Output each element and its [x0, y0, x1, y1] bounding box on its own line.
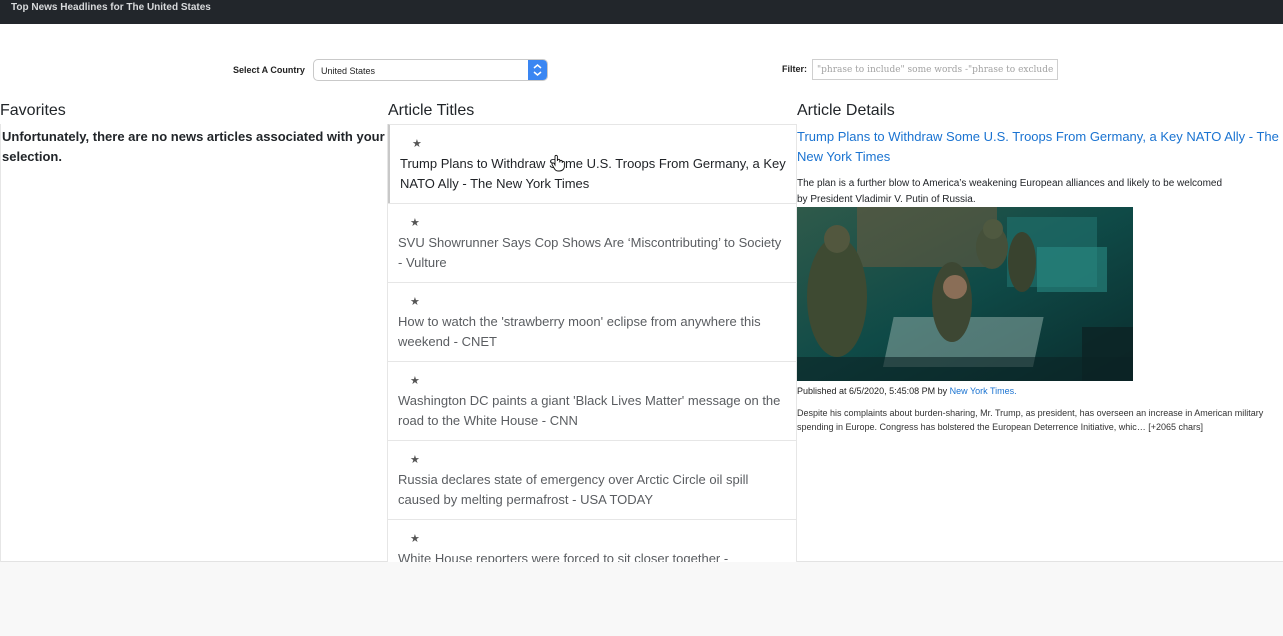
- article-titles-heading: Article Titles: [388, 102, 475, 119]
- article-image: [797, 207, 1133, 381]
- article-list-item[interactable]: ★ SVU Showrunner Says Cop Shows Are ‘Mis…: [388, 203, 796, 282]
- published-info: Published at 6/5/2020, 5:45:08 PM by New…: [797, 386, 1017, 396]
- article-list-item[interactable]: ★ White House reporters were forced to s…: [388, 519, 796, 562]
- article-details-heading: Article Details: [797, 102, 895, 119]
- top-navbar: Top News Headlines for The United States: [0, 0, 1283, 24]
- favorites-heading: Favorites: [0, 102, 66, 119]
- article-titles-list[interactable]: ★ Trump Plans to Withdraw Some U.S. Troo…: [388, 124, 797, 562]
- article-details-panel: Trump Plans to Withdraw Some U.S. Troops…: [797, 124, 1283, 562]
- article-list-item[interactable]: ★ How to watch the 'strawberry moon' ecl…: [388, 282, 796, 361]
- article-list-item[interactable]: ★ Trump Plans to Withdraw Some U.S. Troo…: [388, 124, 796, 203]
- article-list-item[interactable]: ★ Washington DC paints a giant 'Black Li…: [388, 361, 796, 440]
- article-title[interactable]: Washington DC paints a giant 'Black Live…: [398, 391, 788, 431]
- hand-cursor-icon: [551, 154, 565, 177]
- article-detail-title-link[interactable]: Trump Plans to Withdraw Some U.S. Troops…: [797, 127, 1281, 167]
- article-title[interactable]: SVU Showrunner Says Cop Shows Are ‘Misco…: [398, 233, 788, 273]
- source-link[interactable]: New York Times.: [950, 386, 1017, 396]
- article-description-line: by President Vladimir V. Putin of Russia…: [797, 194, 976, 205]
- country-select-label: Select A Country: [233, 65, 305, 75]
- chevron-updown-icon[interactable]: [528, 60, 547, 80]
- article-title[interactable]: How to watch the 'strawberry moon' eclip…: [398, 312, 788, 352]
- favorites-empty-message: Unfortunately, there are no news article…: [2, 129, 385, 164]
- article-title[interactable]: White House reporters were forced to sit…: [398, 549, 788, 562]
- favorites-panel: Unfortunately, there are no news article…: [0, 124, 388, 562]
- published-date: Published at 6/5/2020, 5:45:08 PM by: [797, 386, 948, 396]
- star-icon[interactable]: ★: [410, 374, 420, 387]
- star-icon[interactable]: ★: [410, 295, 420, 308]
- star-icon[interactable]: ★: [410, 453, 420, 466]
- country-select[interactable]: United States: [313, 59, 548, 81]
- article-content: Despite his complaints about burden-shar…: [797, 408, 1264, 432]
- article-list-item[interactable]: ★ Russia declares state of emergency ove…: [388, 440, 796, 519]
- article-title[interactable]: Russia declares state of emergency over …: [398, 470, 788, 510]
- star-icon[interactable]: ★: [410, 532, 420, 545]
- app-title: Top News Headlines for The United States: [11, 2, 211, 13]
- filter-input[interactable]: [812, 59, 1058, 80]
- filter-label: Filter:: [782, 64, 808, 74]
- star-icon[interactable]: ★: [412, 137, 422, 150]
- star-icon[interactable]: ★: [410, 216, 420, 229]
- article-title[interactable]: Trump Plans to Withdraw Some U.S. Troops…: [400, 154, 790, 194]
- article-description: The plan is a further blow to America’s …: [797, 176, 1283, 208]
- country-select-value: United States: [321, 66, 376, 76]
- article-description-line: The plan is a further blow to America’s …: [797, 178, 1223, 189]
